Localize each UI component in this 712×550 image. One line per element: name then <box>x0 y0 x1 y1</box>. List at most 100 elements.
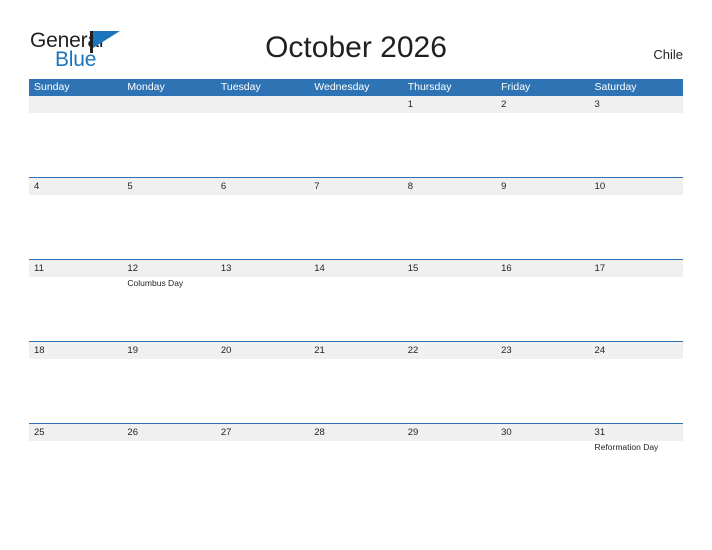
day-number[interactable]: 13 <box>216 260 309 277</box>
day-cell[interactable] <box>122 441 215 505</box>
day-cell[interactable] <box>309 113 402 177</box>
day-cell[interactable] <box>403 277 496 341</box>
day-cell[interactable] <box>29 359 122 423</box>
weekday-header-tuesday: Tuesday <box>220 81 261 93</box>
day-number[interactable]: 11 <box>29 260 122 277</box>
day-cell[interactable] <box>590 195 683 259</box>
day-cell[interactable] <box>496 113 589 177</box>
day-number[interactable]: 26 <box>122 424 215 441</box>
day-number <box>216 96 309 113</box>
weekday-header-monday: Monday <box>127 81 165 93</box>
day-cell[interactable] <box>122 359 215 423</box>
holiday-event: Reformation Day <box>594 442 659 452</box>
day-cell[interactable] <box>590 113 683 177</box>
day-number[interactable]: 17 <box>590 260 683 277</box>
day-number[interactable]: 14 <box>309 260 402 277</box>
day-events-band <box>29 359 683 423</box>
day-cell[interactable] <box>122 195 215 259</box>
calendar-grid: Sunday Monday Tuesday Wednesday Thursday… <box>29 79 683 505</box>
day-number[interactable]: 24 <box>590 342 683 359</box>
page-title: October 2026 <box>265 31 447 64</box>
day-cell[interactable] <box>496 277 589 341</box>
calendar-week-row: 11 12 13 14 15 16 17 Columbus Day <box>29 259 683 341</box>
day-number[interactable]: 15 <box>403 260 496 277</box>
day-number[interactable]: 20 <box>216 342 309 359</box>
day-cell[interactable] <box>216 277 309 341</box>
day-number[interactable]: 22 <box>403 342 496 359</box>
day-number[interactable]: 27 <box>216 424 309 441</box>
day-number[interactable]: 2 <box>496 96 589 113</box>
weekday-header-wednesday: Wednesday <box>314 81 370 93</box>
weekday-header-row: Sunday Monday Tuesday Wednesday Thursday… <box>29 79 683 96</box>
weekday-header-friday: Friday <box>501 81 531 93</box>
day-number[interactable]: 4 <box>29 178 122 195</box>
day-cell[interactable] <box>29 277 122 341</box>
day-number[interactable]: 19 <box>122 342 215 359</box>
day-number[interactable]: 25 <box>29 424 122 441</box>
day-number[interactable]: 10 <box>590 178 683 195</box>
day-cell[interactable] <box>496 359 589 423</box>
day-number[interactable]: 31 <box>590 424 683 441</box>
day-number <box>29 96 122 113</box>
day-events-band: Columbus Day <box>29 277 683 341</box>
day-cell[interactable]: Reformation Day <box>590 441 683 505</box>
weekday-header-thursday: Thursday <box>407 81 452 93</box>
day-number-band: 11 12 13 14 15 16 17 <box>29 260 683 277</box>
day-number[interactable]: 18 <box>29 342 122 359</box>
holiday-event: Columbus Day <box>127 278 184 288</box>
calendar-page: General Blue October 2026 Chile Sunday M… <box>0 0 712 550</box>
day-number[interactable]: 28 <box>309 424 402 441</box>
day-number[interactable]: 23 <box>496 342 589 359</box>
day-cell[interactable] <box>309 441 402 505</box>
day-cell[interactable] <box>309 195 402 259</box>
day-cell[interactable] <box>496 195 589 259</box>
day-cell[interactable] <box>590 359 683 423</box>
day-number[interactable]: 9 <box>496 178 589 195</box>
day-cell[interactable] <box>309 359 402 423</box>
day-number[interactable]: 29 <box>403 424 496 441</box>
day-cell[interactable] <box>403 113 496 177</box>
day-cell[interactable] <box>216 359 309 423</box>
region-label: Chile <box>653 47 683 62</box>
weekday-header-saturday: Saturday <box>594 81 637 93</box>
day-number[interactable]: 7 <box>309 178 402 195</box>
weekday-header-sunday: Sunday <box>34 81 70 93</box>
day-cell[interactable] <box>29 195 122 259</box>
day-cell[interactable] <box>403 441 496 505</box>
day-number-band: 18 19 20 21 22 23 24 <box>29 342 683 359</box>
calendar-week-row: 4 5 6 7 8 9 10 <box>29 177 683 259</box>
day-number[interactable]: 1 <box>403 96 496 113</box>
day-number-band: 123 <box>29 96 683 113</box>
day-cell[interactable] <box>590 277 683 341</box>
day-cell[interactable] <box>216 441 309 505</box>
day-events-band <box>29 113 683 177</box>
day-number <box>122 96 215 113</box>
day-cell[interactable] <box>309 277 402 341</box>
day-number[interactable]: 30 <box>496 424 589 441</box>
page-header: General Blue October 2026 Chile <box>0 0 712 76</box>
calendar-weeks: 1 2 3 4 5 6 7 8 9 10 11 12 13 14 15 16 17 Columbus Day 18 1… <box>29 96 683 505</box>
day-number-band: 25 26 27 28 29 30 31 <box>29 424 683 441</box>
day-number <box>309 96 402 113</box>
day-cell[interactable] <box>122 113 215 177</box>
day-cell[interactable] <box>403 359 496 423</box>
day-cell[interactable] <box>29 113 122 177</box>
day-number[interactable]: 6 <box>216 178 309 195</box>
day-cell[interactable] <box>496 441 589 505</box>
day-cell[interactable] <box>403 195 496 259</box>
day-number[interactable]: 3 <box>590 96 683 113</box>
day-events-band: Reformation Day <box>29 441 683 505</box>
day-cell[interactable] <box>29 441 122 505</box>
day-number[interactable]: 5 <box>122 178 215 195</box>
day-number[interactable]: 12 <box>122 260 215 277</box>
day-number[interactable]: 16 <box>496 260 589 277</box>
calendar-week-row: 123 <box>29 96 683 177</box>
day-cell[interactable] <box>216 113 309 177</box>
day-number[interactable]: 8 <box>403 178 496 195</box>
calendar-week-row: 25 26 27 28 29 30 31 Reformation Day <box>29 423 683 505</box>
day-number[interactable]: 21 <box>309 342 402 359</box>
day-cell[interactable] <box>216 195 309 259</box>
day-cell[interactable]: Columbus Day <box>122 277 215 341</box>
day-events-band <box>29 195 683 259</box>
calendar-week-row: 18 19 20 21 22 23 24 <box>29 341 683 423</box>
